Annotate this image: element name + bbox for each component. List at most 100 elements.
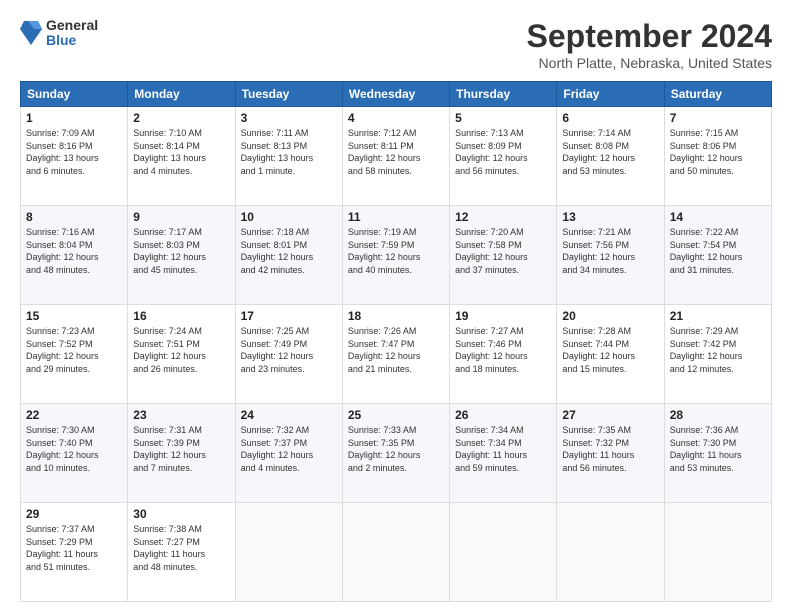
- day-number: 29: [26, 507, 122, 521]
- calendar-cell: 6 Sunrise: 7:14 AM Sunset: 8:08 PM Daylig…: [557, 107, 664, 206]
- day-number: 20: [562, 309, 658, 323]
- calendar-cell: 23 Sunrise: 7:31 AM Sunset: 7:39 PM Dayli…: [128, 404, 235, 503]
- calendar-cell: [235, 503, 342, 602]
- day-number: 2: [133, 111, 229, 125]
- day-number: 3: [241, 111, 337, 125]
- day-info: Sunrise: 7:25 AM Sunset: 7:49 PM Dayligh…: [241, 325, 337, 375]
- day-info: Sunrise: 7:23 AM Sunset: 7:52 PM Dayligh…: [26, 325, 122, 375]
- col-wednesday: Wednesday: [342, 82, 449, 107]
- day-info: Sunrise: 7:37 AM Sunset: 7:29 PM Dayligh…: [26, 523, 122, 573]
- calendar-cell: 27 Sunrise: 7:35 AM Sunset: 7:32 PM Dayli…: [557, 404, 664, 503]
- day-info: Sunrise: 7:28 AM Sunset: 7:44 PM Dayligh…: [562, 325, 658, 375]
- day-info: Sunrise: 7:09 AM Sunset: 8:16 PM Dayligh…: [26, 127, 122, 177]
- calendar-cell: 19 Sunrise: 7:27 AM Sunset: 7:46 PM Dayli…: [450, 305, 557, 404]
- calendar-cell: 24 Sunrise: 7:32 AM Sunset: 7:37 PM Dayli…: [235, 404, 342, 503]
- logo-text: General Blue: [46, 18, 98, 49]
- calendar-cell: 12Sunrise: 7:20 AM Sunset: 7:58 PM Dayli…: [450, 206, 557, 305]
- day-number: 13: [562, 210, 658, 224]
- calendar-cell: 7 Sunrise: 7:15 AM Sunset: 8:06 PM Daylig…: [664, 107, 771, 206]
- day-number: 24: [241, 408, 337, 422]
- day-number: 10: [241, 210, 337, 224]
- day-number: 26: [455, 408, 551, 422]
- col-tuesday: Tuesday: [235, 82, 342, 107]
- day-info: Sunrise: 7:12 AM Sunset: 8:11 PM Dayligh…: [348, 127, 444, 177]
- calendar-cell: 4 Sunrise: 7:12 AM Sunset: 8:11 PM Daylig…: [342, 107, 449, 206]
- day-number: 28: [670, 408, 766, 422]
- calendar-cell: 18Sunrise: 7:26 AM Sunset: 7:47 PM Dayli…: [342, 305, 449, 404]
- day-number: 11: [348, 210, 444, 224]
- calendar-cell: 5 Sunrise: 7:13 AM Sunset: 8:09 PM Daylig…: [450, 107, 557, 206]
- calendar-header: Sunday Monday Tuesday Wednesday Thursday…: [21, 82, 772, 107]
- day-number: 14: [670, 210, 766, 224]
- calendar-cell: 11Sunrise: 7:19 AM Sunset: 7:59 PM Dayli…: [342, 206, 449, 305]
- calendar-cell: 2 Sunrise: 7:10 AM Sunset: 8:14 PM Daylig…: [128, 107, 235, 206]
- calendar-week-3: 15 Sunrise: 7:23 AM Sunset: 7:52 PM Dayli…: [21, 305, 772, 404]
- logo: General Blue: [20, 18, 98, 49]
- day-info: Sunrise: 7:31 AM Sunset: 7:39 PM Dayligh…: [133, 424, 229, 474]
- calendar-cell: 3 Sunrise: 7:11 AM Sunset: 8:13 PM Daylig…: [235, 107, 342, 206]
- calendar-cell: [664, 503, 771, 602]
- col-friday: Friday: [557, 82, 664, 107]
- day-info: Sunrise: 7:16 AM Sunset: 8:04 PM Dayligh…: [26, 226, 122, 276]
- day-number: 9: [133, 210, 229, 224]
- day-info: Sunrise: 7:32 AM Sunset: 7:37 PM Dayligh…: [241, 424, 337, 474]
- day-number: 22: [26, 408, 122, 422]
- day-number: 21: [670, 309, 766, 323]
- day-number: 25: [348, 408, 444, 422]
- calendar-body: 1 Sunrise: 7:09 AM Sunset: 8:16 PM Daylig…: [21, 107, 772, 602]
- calendar-cell: 13Sunrise: 7:21 AM Sunset: 7:56 PM Dayli…: [557, 206, 664, 305]
- day-info: Sunrise: 7:14 AM Sunset: 8:08 PM Dayligh…: [562, 127, 658, 177]
- day-info: Sunrise: 7:18 AM Sunset: 8:01 PM Dayligh…: [241, 226, 337, 276]
- title-block: September 2024 North Platte, Nebraska, U…: [527, 18, 772, 71]
- day-info: Sunrise: 7:13 AM Sunset: 8:09 PM Dayligh…: [455, 127, 551, 177]
- calendar-cell: 22Sunrise: 7:30 AM Sunset: 7:40 PM Dayli…: [21, 404, 128, 503]
- day-number: 6: [562, 111, 658, 125]
- calendar-cell: 10 Sunrise: 7:18 AM Sunset: 8:01 PM Dayli…: [235, 206, 342, 305]
- day-number: 27: [562, 408, 658, 422]
- calendar-cell: 17 Sunrise: 7:25 AM Sunset: 7:49 PM Dayli…: [235, 305, 342, 404]
- day-info: Sunrise: 7:17 AM Sunset: 8:03 PM Dayligh…: [133, 226, 229, 276]
- day-info: Sunrise: 7:38 AM Sunset: 7:27 PM Dayligh…: [133, 523, 229, 573]
- day-number: 30: [133, 507, 229, 521]
- day-info: Sunrise: 7:27 AM Sunset: 7:46 PM Dayligh…: [455, 325, 551, 375]
- location: North Platte, Nebraska, United States: [527, 55, 772, 71]
- calendar-cell: 20 Sunrise: 7:28 AM Sunset: 7:44 PM Dayli…: [557, 305, 664, 404]
- day-info: Sunrise: 7:20 AM Sunset: 7:58 PM Dayligh…: [455, 226, 551, 276]
- calendar-cell: 21Sunrise: 7:29 AM Sunset: 7:42 PM Dayli…: [664, 305, 771, 404]
- day-info: Sunrise: 7:10 AM Sunset: 8:14 PM Dayligh…: [133, 127, 229, 177]
- logo-icon: [20, 19, 42, 47]
- col-thursday: Thursday: [450, 82, 557, 107]
- header: General Blue September 2024 North Platte…: [20, 18, 772, 71]
- day-number: 19: [455, 309, 551, 323]
- calendar-cell: 28 Sunrise: 7:36 AM Sunset: 7:30 PM Dayli…: [664, 404, 771, 503]
- calendar-week-5: 29 Sunrise: 7:37 AM Sunset: 7:29 PM Dayli…: [21, 503, 772, 602]
- day-number: 15: [26, 309, 122, 323]
- day-number: 18: [348, 309, 444, 323]
- col-saturday: Saturday: [664, 82, 771, 107]
- calendar-cell: 15 Sunrise: 7:23 AM Sunset: 7:52 PM Dayli…: [21, 305, 128, 404]
- calendar-cell: 26Sunrise: 7:34 AM Sunset: 7:34 PM Dayli…: [450, 404, 557, 503]
- day-info: Sunrise: 7:36 AM Sunset: 7:30 PM Dayligh…: [670, 424, 766, 474]
- calendar-cell: 1 Sunrise: 7:09 AM Sunset: 8:16 PM Daylig…: [21, 107, 128, 206]
- day-number: 4: [348, 111, 444, 125]
- day-number: 8: [26, 210, 122, 224]
- calendar-week-2: 8 Sunrise: 7:16 AM Sunset: 8:04 PM Daylig…: [21, 206, 772, 305]
- day-number: 1: [26, 111, 122, 125]
- calendar-cell: [557, 503, 664, 602]
- calendar-cell: 29 Sunrise: 7:37 AM Sunset: 7:29 PM Dayli…: [21, 503, 128, 602]
- page: General Blue September 2024 North Platte…: [0, 0, 792, 612]
- day-number: 5: [455, 111, 551, 125]
- day-number: 17: [241, 309, 337, 323]
- day-info: Sunrise: 7:15 AM Sunset: 8:06 PM Dayligh…: [670, 127, 766, 177]
- calendar-cell: 8 Sunrise: 7:16 AM Sunset: 8:04 PM Daylig…: [21, 206, 128, 305]
- month-title: September 2024: [527, 18, 772, 55]
- day-number: 23: [133, 408, 229, 422]
- calendar-cell: 30 Sunrise: 7:38 AM Sunset: 7:27 PM Dayli…: [128, 503, 235, 602]
- calendar-cell: 16Sunrise: 7:24 AM Sunset: 7:51 PM Dayli…: [128, 305, 235, 404]
- calendar-cell: 14Sunrise: 7:22 AM Sunset: 7:54 PM Dayli…: [664, 206, 771, 305]
- day-number: 7: [670, 111, 766, 125]
- logo-blue: Blue: [46, 33, 98, 48]
- day-info: Sunrise: 7:11 AM Sunset: 8:13 PM Dayligh…: [241, 127, 337, 177]
- day-info: Sunrise: 7:35 AM Sunset: 7:32 PM Dayligh…: [562, 424, 658, 474]
- calendar-cell: 9 Sunrise: 7:17 AM Sunset: 8:03 PM Daylig…: [128, 206, 235, 305]
